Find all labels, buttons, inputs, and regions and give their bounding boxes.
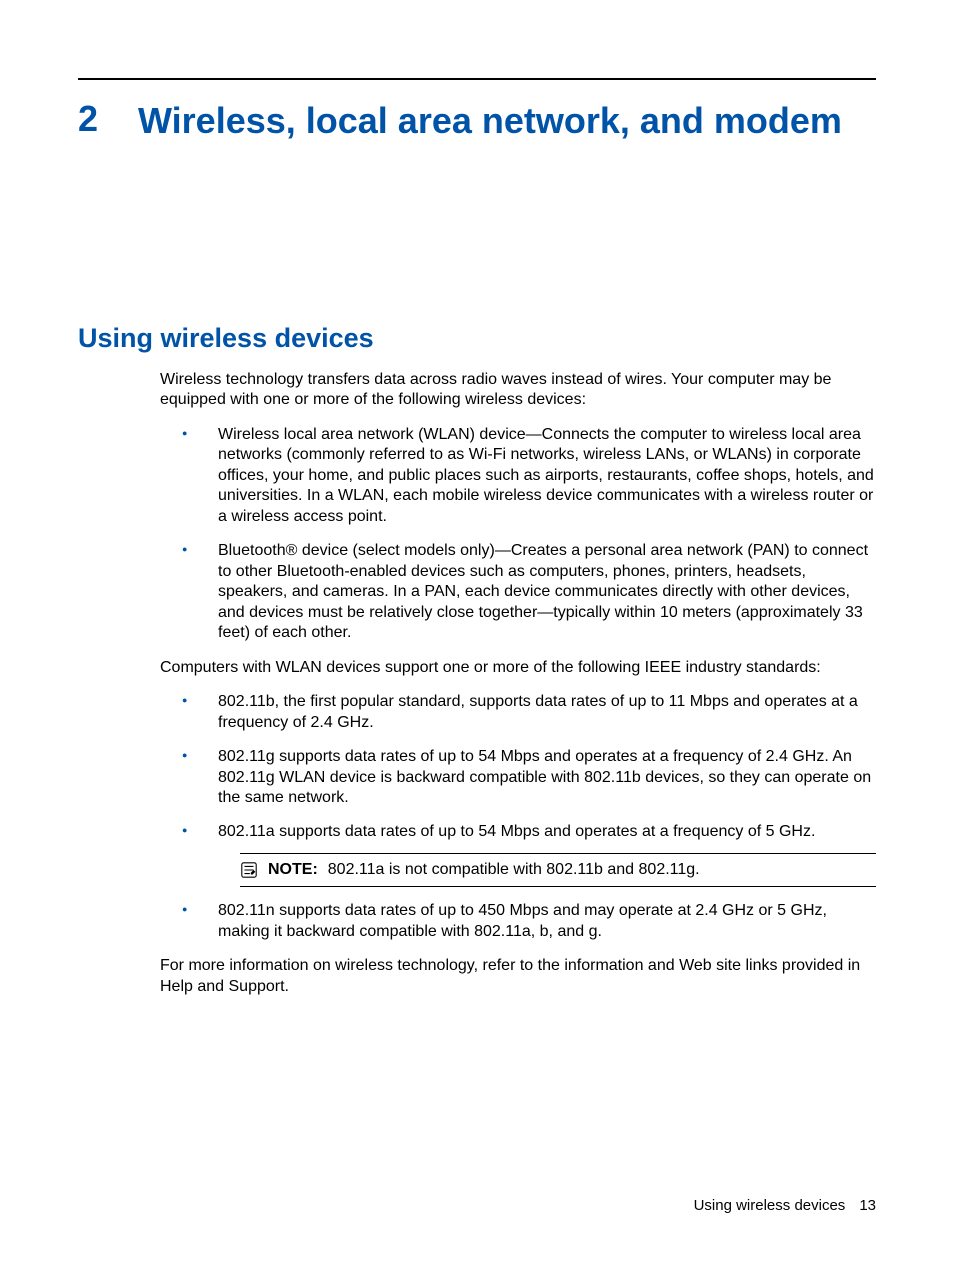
- chapter-heading: 2 Wireless, local area network, and mode…: [78, 98, 876, 143]
- note-icon: [240, 861, 258, 879]
- standards-intro: Computers with WLAN devices support one …: [160, 658, 876, 678]
- device-list: Wireless local area network (WLAN) devic…: [160, 425, 876, 644]
- chapter-divider: [78, 78, 876, 80]
- footer-page-number: 13: [859, 1197, 876, 1214]
- list-item: 802.11n supports data rates of up to 450…: [160, 901, 876, 942]
- chapter-title: Wireless, local area network, and modem: [138, 98, 842, 143]
- list-item: Bluetooth® device (select models only)—C…: [160, 541, 876, 643]
- list-item: 802.11a supports data rates of up to 54 …: [160, 822, 876, 887]
- standards-list: 802.11b, the first popular standard, sup…: [160, 692, 876, 942]
- document-page: 2 Wireless, local area network, and mode…: [0, 0, 954, 1270]
- note-content: NOTE: 802.11a is not compatible with 802.…: [268, 860, 700, 880]
- list-item: Wireless local area network (WLAN) devic…: [160, 425, 876, 527]
- note-label: NOTE:: [268, 861, 318, 878]
- intro-paragraph: Wireless technology transfers data acros…: [160, 370, 876, 411]
- outro-paragraph: For more information on wireless technol…: [160, 956, 876, 997]
- note-text: 802.11a is not compatible with 802.11b a…: [328, 861, 700, 878]
- section-body: Wireless technology transfers data acros…: [160, 370, 876, 997]
- note-box: NOTE: 802.11a is not compatible with 802.…: [240, 853, 876, 887]
- page-footer: Using wireless devices 13: [694, 1197, 876, 1214]
- footer-section-label: Using wireless devices: [694, 1197, 846, 1214]
- list-item-text: 802.11a supports data rates of up to 54 …: [218, 823, 815, 840]
- list-item: 802.11b, the first popular standard, sup…: [160, 692, 876, 733]
- list-item: 802.11g supports data rates of up to 54 …: [160, 747, 876, 808]
- section-title: Using wireless devices: [78, 323, 876, 354]
- chapter-number: 2: [78, 98, 104, 139]
